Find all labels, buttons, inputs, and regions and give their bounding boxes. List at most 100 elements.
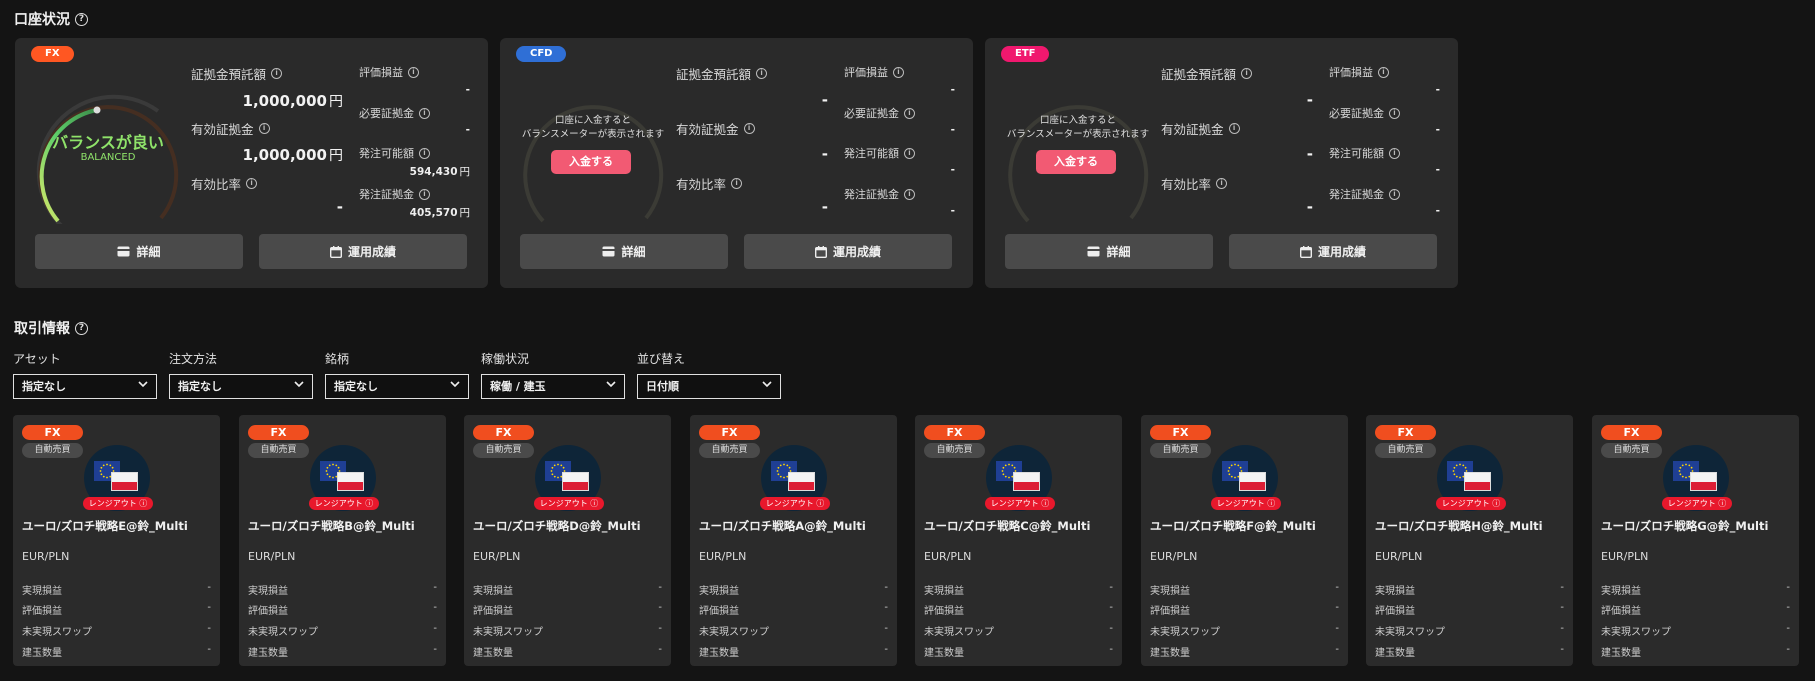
info-icon[interactable]: i — [904, 107, 915, 119]
info-icon[interactable]: i — [258, 123, 270, 134]
filter-select-status[interactable]: 稼働 / 建玉 — [481, 374, 625, 399]
filter-select-asset[interactable]: 指定なし — [13, 374, 157, 399]
deposit-label: 証拠金預託額 i — [1161, 64, 1253, 83]
info-icon[interactable]: i — [419, 188, 430, 200]
info-icon[interactable]: i — [1389, 188, 1400, 200]
fx-badge: FX — [31, 46, 74, 62]
info-icon[interactable]: i — [904, 147, 915, 159]
info-icon[interactable]: i — [246, 178, 258, 189]
info-icon[interactable]: i — [904, 188, 915, 200]
fx-badge: FX — [1375, 425, 1436, 440]
position-row: 建玉数量 - — [699, 644, 888, 659]
info-icon[interactable]: i — [1216, 178, 1228, 189]
info-icon[interactable]: i — [731, 178, 743, 189]
deposit-button[interactable]: 入金する — [551, 150, 631, 174]
unrealized-row: 評価損益 - — [248, 602, 437, 617]
swap-row: 未実現スワップ - — [699, 623, 888, 638]
unrealized-value: - — [465, 84, 470, 96]
currency-pair: EUR/PLN — [1150, 550, 1198, 563]
info-icon[interactable]: i — [743, 123, 755, 134]
info-icon[interactable]: i — [419, 107, 430, 119]
auto-trade-badge: 自動売買 — [699, 443, 760, 458]
swap-value: - — [884, 623, 888, 634]
auto-trade-badge: 自動売買 — [22, 443, 83, 458]
position-label: 建玉数量 — [924, 648, 964, 659]
fx-badge: FX — [699, 425, 760, 440]
fx-badge: FX — [248, 425, 309, 440]
available-label: 発注可能額 i — [1329, 145, 1400, 161]
required-margin-value: - — [1435, 124, 1440, 136]
detail-button[interactable]: 詳細 — [1005, 234, 1213, 269]
info-icon[interactable]: i — [1228, 123, 1240, 134]
help-icon[interactable]: ? — [75, 321, 88, 335]
info-icon[interactable]: i — [419, 147, 430, 159]
info-icon[interactable]: i — [271, 68, 283, 79]
trade-card[interactable]: FX 自動売買 レンジアウト ⓘ ユーロ/ズロチ戦略D@鈴_Multi EUR/PLN 実… — [464, 415, 671, 666]
auto-trade-badge: 自動売買 — [1601, 443, 1662, 458]
poland-flag-icon — [562, 472, 589, 491]
filter-select-symbol[interactable]: 指定なし — [325, 374, 469, 399]
help-icon[interactable]: ? — [75, 12, 88, 26]
info-icon[interactable]: i — [1241, 68, 1253, 79]
realized-label: 実現損益 — [1375, 586, 1415, 597]
strategy-name: ユーロ/ズロチ戦略G@鈴_Multi — [1601, 519, 1769, 533]
trade-card[interactable]: FX 自動売買 レンジアウト ⓘ ユーロ/ズロチ戦略E@鈴_Multi EUR/PLN 実… — [13, 415, 220, 666]
filter-select-sort[interactable]: 日付順 — [637, 374, 781, 399]
realized-value: - — [884, 582, 888, 593]
available-value: - — [950, 164, 955, 176]
swap-row: 未実現スワップ - — [248, 623, 437, 638]
required-margin-label: 必要証拠金 i — [359, 105, 430, 121]
swap-value: - — [1109, 623, 1113, 634]
trade-card[interactable]: FX 自動売買 レンジアウト ⓘ ユーロ/ズロチ戦略B@鈴_Multi EUR/PLN 実… — [239, 415, 446, 666]
fx-badge: FX — [473, 425, 534, 440]
account-card-etf: ETF 口座に入金すると バランスメーターが表示されます 入金する 証拠金預託額 i… — [985, 38, 1458, 288]
realized-label: 実現損益 — [473, 586, 513, 597]
swap-label: 未実現スワップ — [924, 627, 994, 638]
detail-button[interactable]: 詳細 — [520, 234, 728, 269]
strategy-name: ユーロ/ズロチ戦略B@鈴_Multi — [248, 519, 415, 533]
info-icon[interactable]: i — [1389, 107, 1400, 119]
info-icon[interactable]: i — [408, 66, 419, 78]
deposit-button[interactable]: 入金する — [1036, 150, 1116, 174]
performance-button[interactable]: 運用成績 — [1229, 234, 1437, 269]
trade-card[interactable]: FX 自動売買 レンジアウト ⓘ ユーロ/ズロチ戦略G@鈴_Multi EUR/PLN 実… — [1592, 415, 1799, 666]
required-margin-label: 必要証拠金 i — [1329, 105, 1400, 121]
performance-button[interactable]: 運用成績 — [744, 234, 952, 269]
poland-flag-icon — [1239, 472, 1266, 491]
effective-margin-label: 有効証拠金 i — [191, 119, 270, 138]
realized-value: - — [1786, 582, 1790, 593]
trade-card[interactable]: FX 自動売買 レンジアウト ⓘ ユーロ/ズロチ戦略H@鈴_Multi EUR/PLN 実… — [1366, 415, 1573, 666]
order-margin-label: 発注証拠金 i — [1329, 186, 1400, 202]
swap-label: 未実現スワップ — [248, 627, 318, 638]
trade-card[interactable]: FX 自動売買 レンジアウト ⓘ ユーロ/ズロチ戦略C@鈴_Multi EUR/PLN 実… — [915, 415, 1122, 666]
effective-margin-value: - — [821, 145, 828, 163]
realized-value: - — [658, 582, 662, 593]
filter-select-order-method[interactable]: 指定なし — [169, 374, 313, 399]
required-margin-value: - — [950, 124, 955, 136]
position-value: - — [884, 644, 888, 655]
unrealized-label: 評価損益 i — [844, 64, 904, 80]
trade-card[interactable]: FX 自動売買 レンジアウト ⓘ ユーロ/ズロチ戦略F@鈴_Multi EUR/PLN 実… — [1141, 415, 1348, 666]
position-row: 建玉数量 - — [1601, 644, 1790, 659]
realized-value: - — [1335, 582, 1339, 593]
performance-button[interactable]: 運用成績 — [259, 234, 467, 269]
trade-card[interactable]: FX 自動売買 レンジアウト ⓘ ユーロ/ズロチ戦略A@鈴_Multi EUR/PLN 実… — [690, 415, 897, 666]
info-icon[interactable]: i — [893, 66, 904, 78]
swap-value: - — [1786, 623, 1790, 634]
unrealized-value: - — [658, 602, 662, 613]
info-icon[interactable]: i — [1389, 147, 1400, 159]
effective-ratio-label: 有効比率 i — [191, 174, 258, 193]
swap-label: 未実現スワップ — [473, 627, 543, 638]
unrealized-label: 評価損益 — [248, 606, 288, 617]
info-icon[interactable]: i — [756, 68, 768, 79]
currency-pair: EUR/PLN — [924, 550, 972, 563]
poland-flag-icon — [1690, 472, 1717, 491]
detail-button[interactable]: 詳細 — [35, 234, 243, 269]
unrealized-label: 評価損益 — [1601, 606, 1641, 617]
effective-ratio-label: 有効比率 i — [676, 174, 743, 193]
unrealized-label: 評価損益 i — [1329, 64, 1389, 80]
info-icon[interactable]: i — [1378, 66, 1389, 78]
order-margin-label: 発注証拠金 i — [844, 186, 915, 202]
position-row: 建玉数量 - — [1375, 644, 1564, 659]
auto-trade-badge: 自動売買 — [473, 443, 534, 458]
